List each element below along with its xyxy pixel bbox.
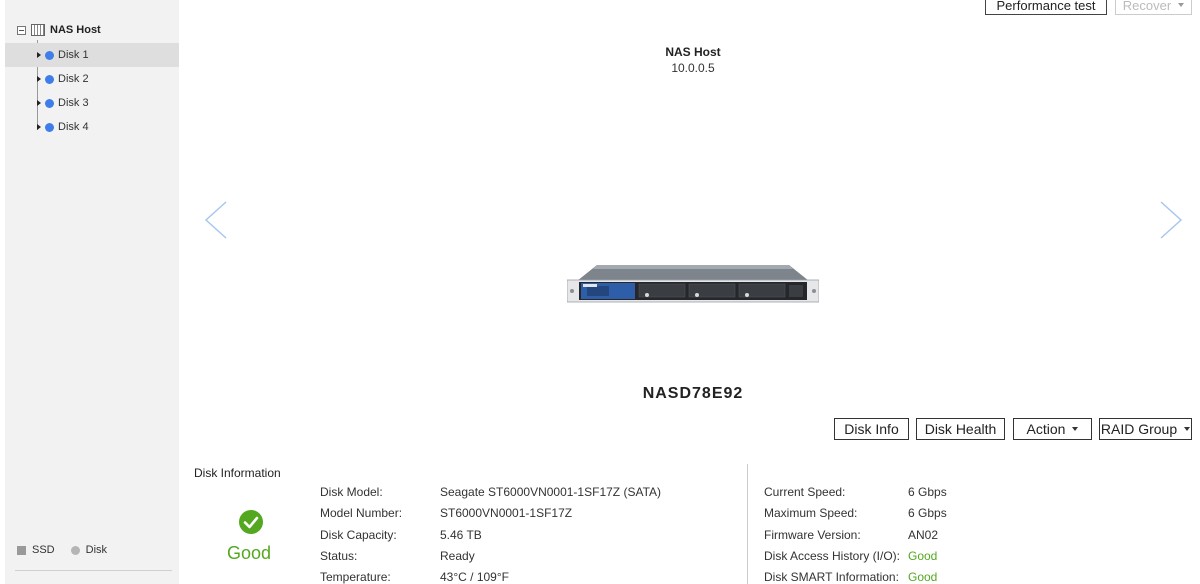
status-good-text: Good xyxy=(226,543,272,563)
raid-group-dropdown-button[interactable]: RAID Group xyxy=(1099,418,1192,440)
sidebar-item-label: Disk 3 xyxy=(58,97,89,109)
sidebar-item-disk-2[interactable]: Disk 2 xyxy=(5,67,179,91)
field-label: Disk SMART Information: xyxy=(764,570,899,584)
legend-disk-label: Disk xyxy=(85,544,108,556)
disk-status-dot-icon xyxy=(45,50,54,60)
tree-collapse-icon[interactable] xyxy=(17,25,26,35)
action-label: Action xyxy=(1026,421,1066,437)
nas-device-image xyxy=(567,265,819,303)
prev-arrow-icon[interactable] xyxy=(203,200,229,240)
chevron-down-icon xyxy=(1184,427,1191,431)
disk-health-label: Disk Health xyxy=(924,421,997,437)
vertical-divider xyxy=(747,464,748,584)
disk-health-button[interactable]: Disk Health xyxy=(916,418,1005,440)
disk-legend-icon xyxy=(70,545,80,555)
sidebar-item-disk-1[interactable]: Disk 1 xyxy=(5,43,179,67)
disk-info-button[interactable]: Disk Info xyxy=(834,418,909,440)
disk-status-dot-icon xyxy=(45,122,54,132)
field-label: Disk Capacity: xyxy=(320,528,397,542)
expand-arrow-icon[interactable] xyxy=(37,100,41,106)
field-value: 43°C / 109°F xyxy=(440,570,509,584)
sidebar-item-label: Disk 2 xyxy=(58,73,89,85)
field-value: ST6000VN0001-1SF17Z xyxy=(440,506,573,520)
expand-arrow-icon[interactable] xyxy=(37,124,41,130)
sidebar-item-disk-4[interactable]: Disk 4 xyxy=(5,115,179,139)
field-value-good: Good xyxy=(908,549,938,563)
field-value: 5.46 TB xyxy=(440,528,482,542)
action-dropdown-button[interactable]: Action xyxy=(1013,418,1092,440)
field-value-good: Good xyxy=(908,570,938,584)
next-arrow-icon[interactable] xyxy=(1158,200,1184,240)
field-label: Model Number: xyxy=(320,506,403,520)
raid-group-label: RAID Group xyxy=(1100,421,1178,437)
performance-test-label: Performance test xyxy=(996,0,1096,13)
field-label: Maximum Speed: xyxy=(764,506,858,520)
field-value: 6 Gbps xyxy=(908,485,947,499)
sidebar: NAS Host Disk 1 Disk 2 Disk 3 Disk 4 SSD… xyxy=(5,0,179,584)
device-name: NASD78E92 xyxy=(642,385,744,402)
host-name: NAS Host xyxy=(665,45,721,59)
expand-arrow-icon[interactable] xyxy=(37,52,41,58)
legend-ssd-label: SSD xyxy=(32,544,55,556)
sidebar-item-disk-3[interactable]: Disk 3 xyxy=(5,91,179,115)
expand-arrow-icon[interactable] xyxy=(37,76,41,82)
chevron-down-icon xyxy=(1178,3,1185,7)
disk-status-dot-icon xyxy=(45,74,54,84)
tree-root-label: NAS Host xyxy=(50,24,101,36)
sidebar-divider xyxy=(15,570,172,571)
disk-status-dot-icon xyxy=(45,98,54,108)
field-value: AN02 xyxy=(908,528,939,542)
field-label: Firmware Version: xyxy=(764,528,861,542)
field-value: Seagate ST6000VN0001-1SF17Z (SATA) xyxy=(440,485,662,499)
field-label: Disk Model: xyxy=(320,485,383,499)
recover-button[interactable]: Recover xyxy=(1115,0,1192,15)
field-label: Status: xyxy=(320,549,358,563)
sidebar-item-label: Disk 4 xyxy=(58,121,89,133)
recover-label: Recover xyxy=(1122,0,1172,13)
field-label: Disk Access History (I/O): xyxy=(764,549,901,563)
field-label: Current Speed: xyxy=(764,485,846,499)
good-check-icon xyxy=(239,510,263,534)
ssd-legend-icon xyxy=(17,545,26,555)
chevron-down-icon xyxy=(1072,427,1079,431)
field-label: Temperature: xyxy=(320,570,391,584)
section-title: Disk Information xyxy=(194,466,281,480)
field-value: Ready xyxy=(440,549,475,563)
field-value: 6 Gbps xyxy=(908,506,947,520)
disk-info-label: Disk Info xyxy=(844,421,899,437)
nas-host-icon xyxy=(31,24,45,36)
legend: SSD Disk xyxy=(17,544,107,556)
sidebar-item-label: Disk 1 xyxy=(58,49,89,61)
performance-test-button[interactable]: Performance test xyxy=(985,0,1107,15)
host-ip: 10.0.0.5 xyxy=(671,61,715,75)
tree-root-nas-host[interactable]: NAS Host xyxy=(17,22,101,38)
